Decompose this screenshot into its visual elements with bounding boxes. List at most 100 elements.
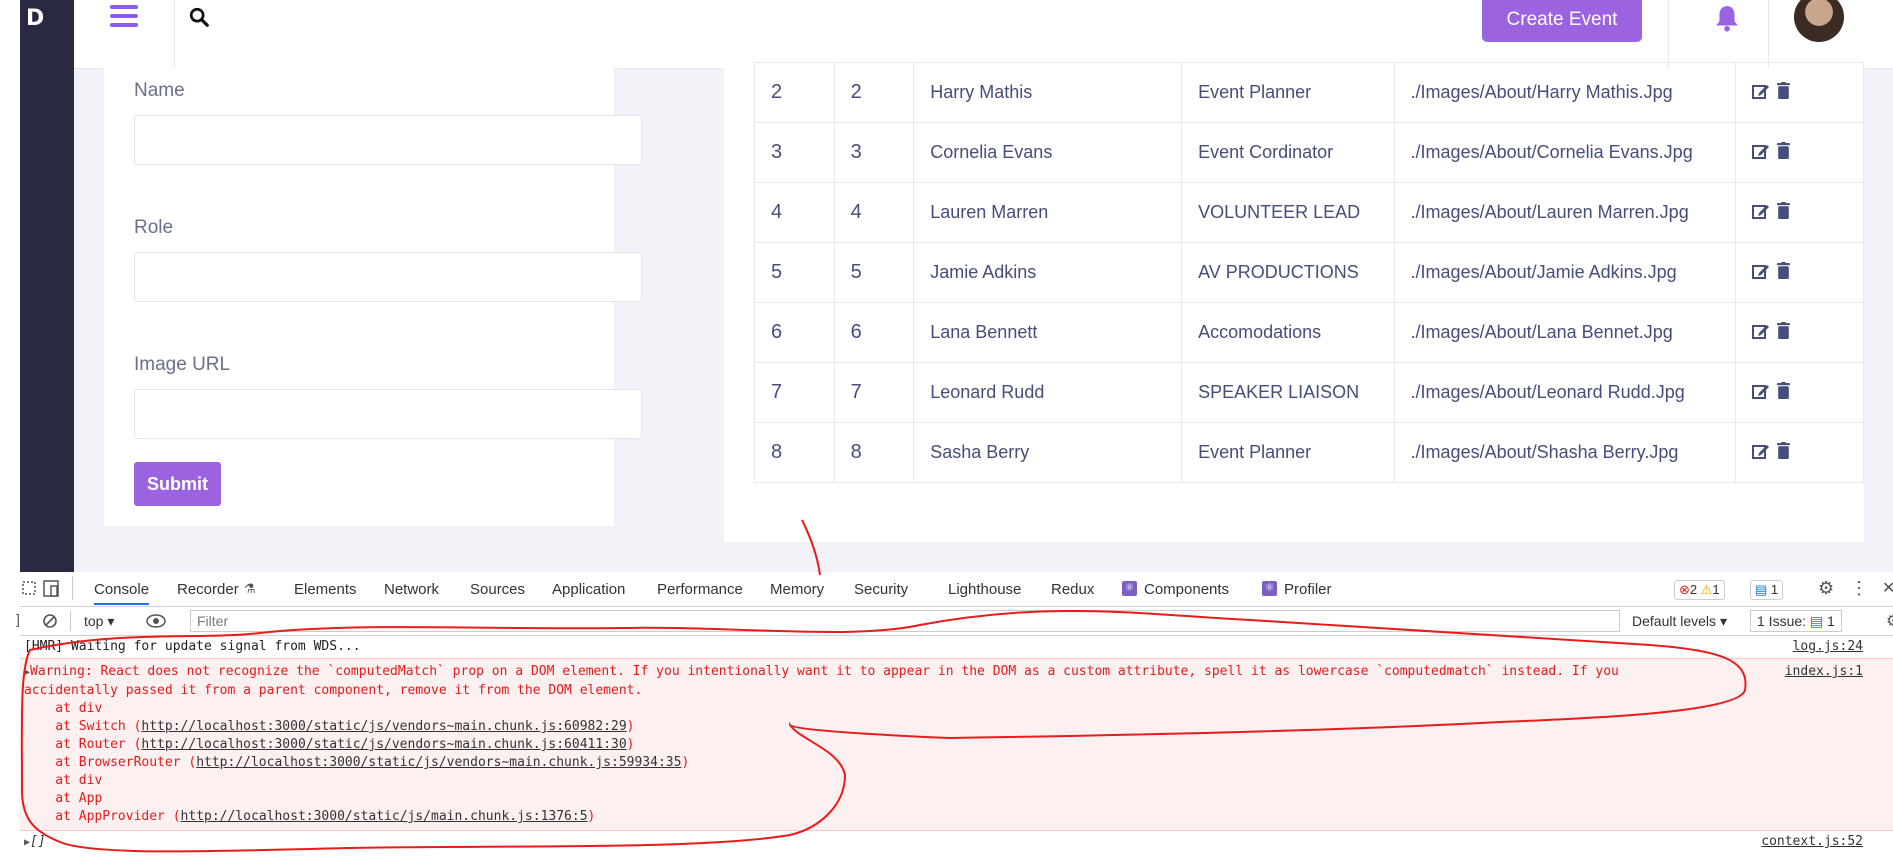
stack-frame-link[interactable]: http://localhost:3000/static/js/vendors~…	[141, 737, 626, 752]
eye-icon[interactable]	[146, 613, 166, 629]
table-row: 2 2 Harry Mathis Event Planner ./Images/Abou…	[754, 62, 1865, 123]
id-cell: 8	[833, 422, 915, 483]
name-cell: Harry Mathis	[913, 62, 1183, 123]
tab-recorder[interactable]: Recorder	[177, 581, 239, 598]
stack-frame-link[interactable]: http://localhost:3000/static/js/main.chu…	[181, 809, 588, 824]
trash-icon[interactable]	[1776, 261, 1791, 284]
stack-frame-link[interactable]: http://localhost:3000/static/js/vendors~…	[141, 719, 626, 734]
table-row: 4 4 Lauren Marren VOLUNTEER LEAD ./Images/Ab…	[754, 182, 1865, 243]
trash-icon[interactable]	[1776, 201, 1791, 224]
tab-application[interactable]: Application	[552, 581, 625, 598]
gear-icon[interactable]: ⚙	[1886, 611, 1893, 631]
devtools-panel: Console Recorder ⚗ Elements Network Sour…	[16, 572, 1893, 862]
devtools-tab-bar: Console Recorder ⚗ Elements Network Sour…	[20, 572, 1893, 607]
submit-button[interactable]: Submit	[134, 462, 221, 506]
actions-cell	[1734, 242, 1865, 303]
edit-icon[interactable]	[1751, 263, 1770, 284]
members-table: 2 2 Harry Mathis Event Planner ./Images/Abou…	[754, 62, 1865, 483]
tab-sources[interactable]: Sources	[470, 581, 525, 598]
tab-performance[interactable]: Performance	[657, 581, 743, 598]
tab-network[interactable]: Network	[384, 581, 439, 598]
tab-redux[interactable]: Redux	[1051, 581, 1094, 598]
device-toolbar-icon[interactable]	[42, 579, 62, 599]
stack-frame: at App	[24, 790, 1643, 808]
stack-frame: at div	[24, 772, 1643, 790]
warning-count: 1	[1712, 582, 1720, 597]
role-cell: Accomodations	[1181, 302, 1395, 363]
edit-icon[interactable]	[1751, 383, 1770, 404]
bell-icon[interactable]	[1714, 4, 1740, 32]
tab-elements[interactable]: Elements	[294, 581, 357, 598]
issues-count: 1	[1827, 613, 1835, 629]
console-log-line: [HMR] Waiting for update signal from WDS…	[20, 636, 1893, 658]
edit-icon[interactable]	[1751, 203, 1770, 224]
id-cell: 4	[833, 182, 915, 243]
filter-input[interactable]: Filter	[190, 610, 1620, 632]
role-cell: Event Cordinator	[1181, 122, 1395, 183]
tab-console[interactable]: Console	[94, 581, 150, 605]
inspect-element-icon[interactable]	[22, 581, 38, 597]
message-count: 1	[1770, 582, 1779, 597]
tab-security[interactable]: Security	[854, 581, 908, 598]
actions-cell	[1734, 62, 1865, 123]
issues-button[interactable]: 1 Issue: ▤ 1	[1750, 610, 1842, 632]
error-warning-counter[interactable]: ⊗2 ⚠1	[1674, 580, 1725, 600]
image-url-input[interactable]	[134, 389, 642, 439]
stack-frame-text: at BrowserRouter (	[24, 755, 197, 770]
log-source-link[interactable]: log.js:24	[1793, 638, 1863, 656]
stack-frame: at AppProvider (http://localhost:3000/st…	[24, 808, 1643, 826]
stack-frame-text: at Router (	[24, 737, 142, 752]
role-cell: Event Planner	[1181, 422, 1395, 483]
tab-components[interactable]: Components	[1144, 581, 1229, 598]
log-levels-dropdown[interactable]: Default levels ▾	[1632, 613, 1727, 630]
trash-icon[interactable]	[1776, 141, 1791, 164]
actions-cell	[1734, 302, 1865, 363]
message-counter[interactable]: ▤ 1	[1750, 580, 1784, 600]
name-cell: Cornelia Evans	[913, 122, 1183, 183]
close-icon[interactable]: ✕	[1882, 578, 1893, 598]
top-navbar: Create Event	[74, 0, 1893, 69]
clear-console-icon[interactable]	[42, 613, 58, 629]
tab-profiler[interactable]: Profiler	[1284, 581, 1332, 598]
image-url-cell: ./Images/About/Cornelia Evans.Jpg	[1393, 122, 1736, 183]
stack-frame-text: at div	[24, 701, 103, 716]
stack-frame-link[interactable]: http://localhost:3000/static/js/vendors~…	[196, 755, 681, 770]
edit-icon[interactable]	[1751, 323, 1770, 344]
trash-icon[interactable]	[1776, 381, 1791, 404]
context-selector[interactable]: top ▾	[84, 613, 114, 630]
create-event-button[interactable]: Create Event	[1482, 0, 1642, 42]
trash-icon[interactable]	[1776, 321, 1791, 344]
actions-cell	[1734, 182, 1865, 243]
trash-icon[interactable]	[1776, 81, 1791, 104]
chevron-down-icon: ▾	[1719, 613, 1727, 629]
image-url-cell: ./Images/About/Lana Bennet.Jpg	[1393, 302, 1736, 363]
name-cell: Lana Bennett	[913, 302, 1183, 363]
table-row: 5 5 Jamie Adkins AV PRODUCTIONS ./Images/Abo…	[754, 242, 1865, 303]
role-input[interactable]	[134, 252, 642, 302]
edit-icon[interactable]	[1751, 443, 1770, 464]
warning-source-link[interactable]: index.js:1	[1785, 663, 1863, 681]
hamburger-menu-icon[interactable]	[110, 2, 138, 32]
more-options-icon[interactable]: ⋮	[1850, 578, 1868, 599]
row-index-cell: 8	[754, 422, 835, 483]
sidebar-toggle-icon[interactable]: ]	[16, 611, 20, 627]
chevron-down-icon: ▾	[107, 613, 115, 629]
stack-frame: at Router (http://localhost:3000/static/…	[24, 736, 1643, 754]
tab-lighthouse[interactable]: Lighthouse	[948, 581, 1021, 598]
actions-cell	[1734, 122, 1865, 183]
react-components-icon: ⚛	[1122, 581, 1137, 596]
app-logo[interactable]: D	[26, 6, 44, 31]
stack-frame-close: )	[626, 719, 635, 734]
user-avatar[interactable]	[1794, 0, 1844, 42]
search-icon[interactable]	[188, 6, 210, 28]
trash-icon[interactable]	[1776, 441, 1791, 464]
row-index-cell: 4	[754, 182, 835, 243]
edit-icon[interactable]	[1751, 143, 1770, 164]
id-cell: 5	[833, 242, 915, 303]
gear-icon[interactable]: ⚙	[1818, 578, 1834, 599]
array-source-link[interactable]: context.js:52	[1761, 833, 1863, 851]
tab-memory[interactable]: Memory	[770, 581, 824, 598]
edit-icon[interactable]	[1751, 83, 1770, 104]
name-input[interactable]	[134, 115, 642, 165]
console-output: [HMR] Waiting for update signal from WDS…	[20, 636, 1893, 854]
